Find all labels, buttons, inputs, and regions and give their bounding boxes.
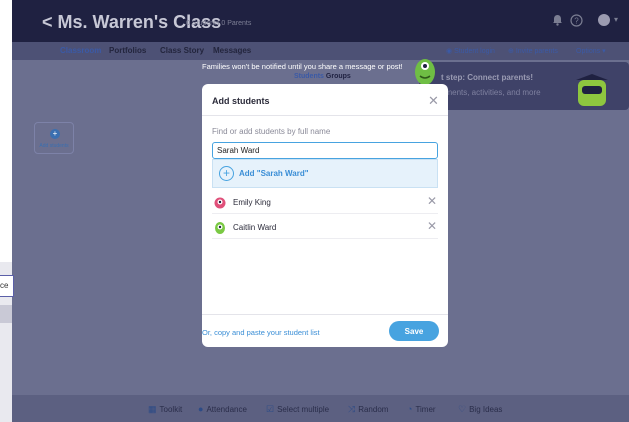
student-login-label: Student login: [454, 48, 495, 55]
students-groups-tabs: Students Groups: [294, 73, 351, 80]
bottom-toolbar: ▦ Toolkit ● Attendance ☑ Select multiple ⤨ R…: [12, 394, 629, 422]
plus-circle-icon: +: [219, 166, 234, 181]
green-monster-icon: [415, 59, 435, 85]
paste-student-list-link[interactable]: Or, copy and paste your student list: [202, 328, 320, 337]
class-header: < Ms. Warren's Class 0 Students 0 Parent…: [12, 0, 629, 42]
close-icon[interactable]: ✕: [428, 93, 439, 109]
lightbulb-icon: ♡: [458, 404, 467, 414]
outside-card-text: ce: [0, 281, 9, 290]
random-label: Random: [358, 405, 389, 414]
add-suggestion-row[interactable]: + Add "Sarah Ward": [212, 159, 438, 188]
select-multiple-button[interactable]: ☑ Select multiple: [266, 404, 329, 415]
help-icon[interactable]: ?: [570, 14, 583, 30]
grid-icon: ▦: [148, 404, 157, 414]
student-avatar: [215, 222, 225, 234]
tab-classroom[interactable]: Classroom: [60, 46, 101, 55]
chevron-down-icon[interactable]: ▾: [614, 15, 618, 24]
checkbox-icon: ☑: [266, 404, 275, 414]
tab-messages[interactable]: Messages: [213, 46, 251, 55]
invite-parents-label: Invite parents: [515, 48, 558, 55]
attendance-button[interactable]: ● Attendance: [198, 404, 247, 414]
student-avatar: [214, 197, 226, 209]
notification-notice: Families won't be notified until you sha…: [202, 62, 403, 71]
user-avatar[interactable]: [598, 14, 610, 26]
add-students-tile[interactable]: + Add students: [34, 122, 74, 154]
select-multiple-label: Select multiple: [277, 405, 330, 414]
tab-portfolios[interactable]: Portfolios: [109, 46, 146, 55]
invite-parents-link[interactable]: ⊕ Invite parents: [508, 47, 558, 55]
modal-footer: Or, copy and paste your student list Sav…: [202, 314, 448, 347]
timer-label: Timer: [415, 405, 436, 414]
class-counts: 0 Students 0 Parents: [186, 20, 252, 27]
attendance-icon: ●: [198, 404, 204, 414]
svg-text:?: ?: [574, 17, 579, 26]
plus-icon: +: [50, 129, 60, 139]
options-label: Options: [576, 48, 601, 55]
toolkit-label: Toolkit: [159, 405, 183, 414]
student-row: Caitlin Ward ✕: [212, 215, 438, 239]
add-students-tile-label: Add students: [39, 143, 69, 149]
student-login-link[interactable]: ◉ Student login: [446, 47, 495, 55]
toolkit-button[interactable]: ▦ Toolkit: [148, 404, 182, 415]
timer-icon: ◔: [407, 404, 413, 414]
class-nav: Classroom Portfolios Class Story Message…: [12, 42, 629, 60]
remove-student-icon[interactable]: ✕: [427, 219, 437, 233]
student-row: Emily King ✕: [212, 190, 438, 214]
timer-button[interactable]: ◔ Timer: [407, 404, 436, 414]
outside-card: ce: [0, 275, 14, 297]
remove-student-icon[interactable]: ✕: [427, 194, 437, 208]
student-name: Caitlin Ward: [233, 223, 277, 232]
random-button[interactable]: ⤨ Random: [348, 404, 388, 415]
student-name-input[interactable]: [212, 142, 438, 159]
tab-students[interactable]: Students: [294, 73, 324, 80]
big-ideas-label: Big Ideas: [469, 405, 503, 414]
tab-class-story[interactable]: Class Story: [160, 46, 204, 55]
banner-subtitle: oments, activities, and more: [441, 88, 541, 97]
modal-header: Add students ✕: [202, 84, 448, 116]
options-menu[interactable]: Options ▾: [576, 47, 606, 55]
tab-groups[interactable]: Groups: [326, 73, 351, 80]
bell-icon[interactable]: [552, 14, 563, 29]
find-students-label: Find or add students by full name: [212, 127, 331, 136]
monster-mascot-icon: [576, 74, 608, 106]
attendance-label: Attendance: [206, 405, 247, 414]
student-name: Emily King: [233, 198, 271, 207]
shuffle-icon: ⤨: [348, 404, 356, 414]
outside-strip: [0, 305, 12, 323]
big-ideas-button[interactable]: ♡ Big Ideas: [458, 404, 502, 415]
banner-title: t step: Connect parents!: [441, 73, 534, 82]
add-suggestion-label: Add "Sarah Ward": [239, 169, 309, 178]
add-students-modal: Add students ✕ Find or add students by f…: [202, 84, 448, 347]
save-button[interactable]: Save: [389, 321, 439, 341]
modal-title: Add students: [212, 96, 270, 106]
